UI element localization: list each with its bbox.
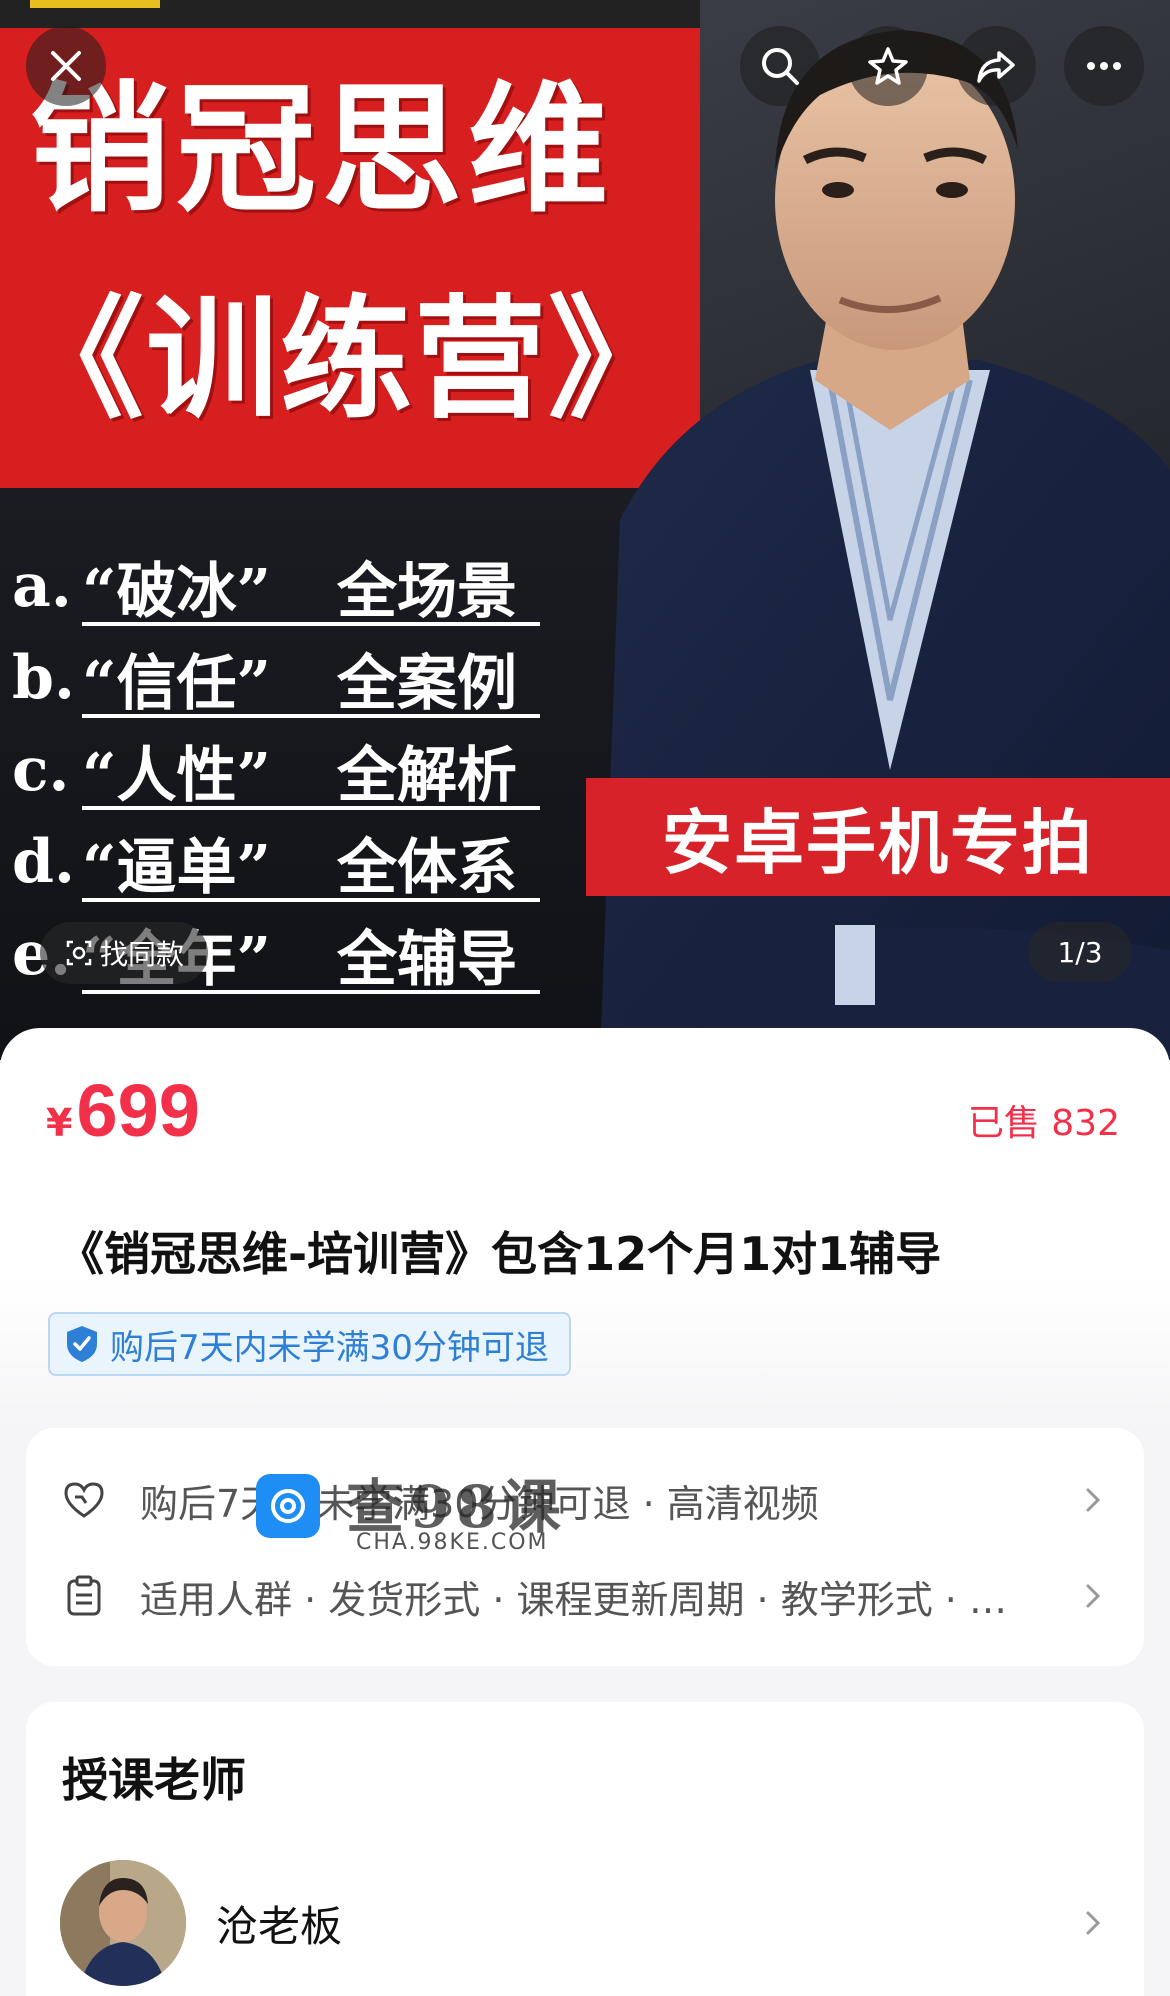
bullet-letter: b. [12, 643, 75, 713]
close-icon [51, 51, 81, 81]
shield-check-icon [67, 1326, 97, 1362]
bullet-desc: 全体系 [337, 832, 517, 903]
find-same-button[interactable]: 找同款 [40, 922, 209, 984]
price-amount: 699 [76, 1069, 200, 1152]
image-pager: 1/3 [1028, 922, 1132, 982]
teacher-avatar [60, 1860, 186, 1986]
hero-bullet: c. “人性” 全解析 [12, 724, 540, 816]
page: 销冠思维 《训练营》 a. “破冰” 全场景 b. “信任” 全案例 c. “人… [0, 0, 1170, 1996]
bullet-underline [82, 622, 540, 626]
favorite-button[interactable] [848, 26, 928, 106]
hero-badge: 安卓手机专拍 [586, 778, 1170, 896]
more-icon [1087, 62, 1121, 70]
bullet-phrase: “人性” [82, 740, 272, 811]
search-button[interactable] [740, 26, 820, 106]
bullet-letter: a. [12, 551, 72, 621]
chevron-right-icon [1086, 1584, 1101, 1608]
teacher-card: 授课老师 沧老板 [26, 1702, 1144, 1996]
heart-guarantee-icon [64, 1482, 104, 1518]
bullet-underline [82, 990, 540, 994]
teacher-heading: 授课老师 [62, 1753, 246, 1807]
more-button[interactable] [1064, 26, 1144, 106]
price-currency: ¥ [46, 1101, 73, 1145]
camera-scan-icon [66, 940, 92, 966]
bullet-desc: 全辅导 [337, 924, 517, 995]
bullet-desc: 全案例 [337, 648, 517, 719]
share-icon [977, 51, 1015, 83]
clipboard-icon [67, 1575, 101, 1616]
bullet-letter: c. [12, 735, 70, 805]
at-swirl-icon [271, 1489, 305, 1523]
product-image-carousel[interactable]: 销冠思维 《训练营》 a. “破冰” 全场景 b. “信任” 全案例 c. “人… [0, 0, 1170, 1060]
watermark-logo [256, 1474, 320, 1538]
hero-bullet: d. “逼单” 全体系 [12, 816, 540, 908]
presenter-photo [600, 30, 1170, 1060]
share-button[interactable] [956, 26, 1036, 106]
bullet-underline [82, 898, 540, 902]
close-button[interactable] [26, 26, 106, 106]
teacher-row[interactable]: 沧老板 [60, 1858, 1108, 1988]
chevron-right-icon [1086, 1911, 1101, 1935]
bullet-letter: d. [12, 827, 75, 897]
refund-tag-text: 购后7天内未学满30分钟可退 [110, 1327, 549, 1368]
bullet-desc: 全场景 [337, 556, 517, 627]
bullet-phrase: “破冰” [82, 556, 272, 627]
hero-bullet: a. “破冰” 全场景 [12, 540, 540, 632]
hero-title-line2: 《训练营》 [12, 282, 682, 437]
price: ¥ 699 [46, 1068, 200, 1153]
service-row-text: 适用人群 · 发货形式 · 课程更新周期 · 教学形式 · … [140, 1577, 1007, 1622]
hero-badge-text: 安卓手机专拍 [662, 800, 1094, 884]
hero-title-line1: 销冠思维 [30, 68, 615, 232]
bullet-underline [82, 714, 540, 718]
bullet-underline [82, 806, 540, 810]
bullet-phrase: “信任” [82, 648, 272, 719]
bullet-desc: 全解析 [337, 740, 517, 811]
product-title: 《销冠思维-培训营》包含12个月1对1辅导 [58, 1227, 942, 1281]
hero-bullet: b. “信任” 全案例 [12, 632, 540, 724]
search-icon [762, 48, 799, 85]
teacher-name: 沧老板 [216, 1901, 343, 1951]
watermark-url: CHA.98KE.COM [356, 1530, 549, 1555]
chevron-right-icon [1086, 1488, 1101, 1512]
watermark: 查98课 CHA.98KE.COM [256, 1464, 596, 1564]
refund-tag: 购后7天内未学满30分钟可退 [48, 1312, 571, 1376]
find-same-label: 找同款 [100, 938, 185, 971]
bullet-phrase: “逼单” [82, 832, 272, 903]
star-icon [868, 47, 908, 85]
sold-count: 已售 832 [967, 1103, 1120, 1144]
service-row-params[interactable]: 适用人群 · 发货形式 · 课程更新周期 · 教学形式 · … [62, 1556, 1108, 1636]
